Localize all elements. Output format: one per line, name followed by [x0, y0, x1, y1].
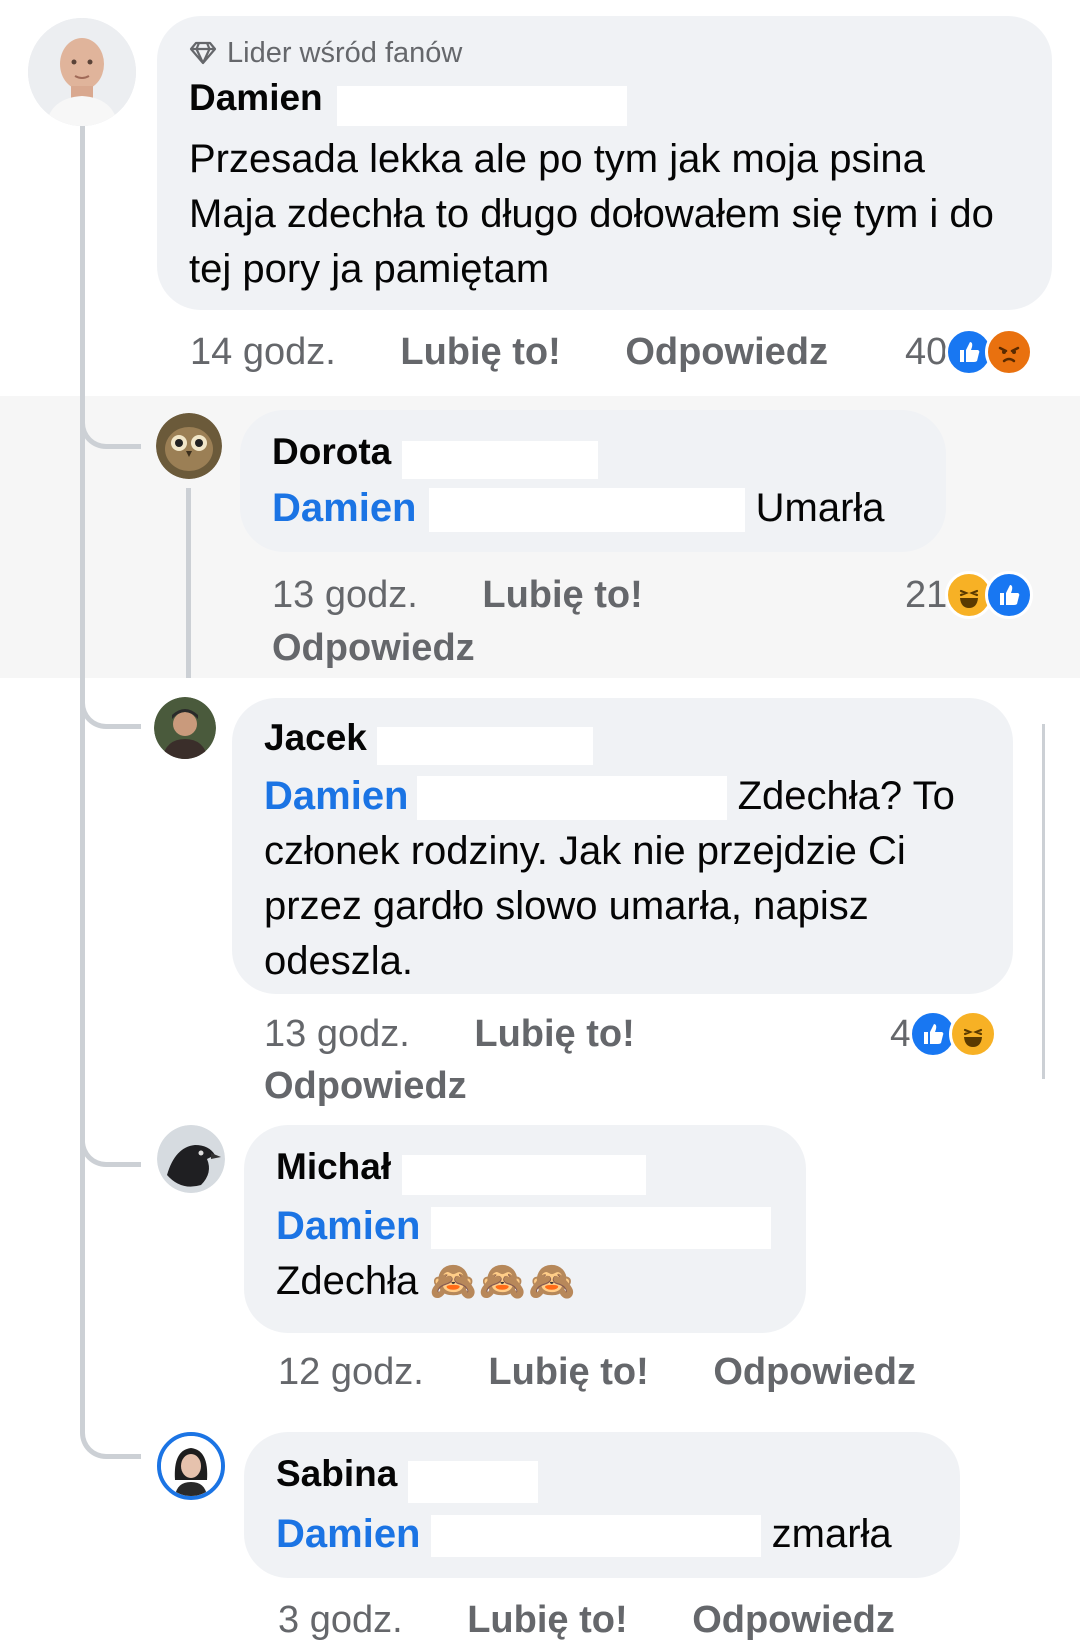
timestamp[interactable]: 13 godz. — [272, 573, 418, 617]
comment-actions: 14 godz. Lubię to! Odpowiedz — [190, 330, 828, 374]
see-no-evil-monkey-icon: 🙈🙈🙈 — [429, 1260, 578, 1303]
timestamp[interactable]: 13 godz. — [264, 1012, 410, 1056]
reply-actions-row2: Odpowiedz — [272, 626, 475, 670]
avatar[interactable] — [156, 413, 222, 479]
mention-link[interactable]: Damien — [276, 1512, 421, 1556]
redacted-surname — [430, 1515, 761, 1558]
reply-actions: 12 godz. Lubię to! Odpowiedz — [278, 1350, 916, 1394]
timestamp[interactable]: 3 godz. — [278, 1598, 403, 1642]
mention-link[interactable]: Damien — [272, 486, 417, 530]
reply-button[interactable]: Odpowiedz — [713, 1350, 916, 1394]
timestamp[interactable]: 14 godz. — [190, 330, 336, 374]
comment-text: Przesada lekka ale po tym jak moja psina… — [189, 136, 994, 291]
mention-link[interactable]: Damien — [264, 774, 409, 818]
comment-bubble: Lider wśród fanów Damien Przesada lekka … — [157, 16, 1052, 310]
redacted-surname — [337, 85, 628, 126]
reply-actions: 13 godz. Lubię to! — [272, 573, 643, 617]
avatar[interactable] — [157, 1432, 225, 1500]
reply-actions: 3 godz. Lubię to! Odpowiedz — [278, 1598, 895, 1642]
thread-connector — [80, 674, 141, 729]
like-button[interactable]: Lubię to! — [467, 1598, 627, 1642]
reaction-count: 40 — [905, 330, 948, 373]
reaction-count: 4 — [890, 1012, 912, 1055]
thread-line — [1042, 724, 1045, 1079]
reply-bubble: Dorota Damien Umarła — [240, 410, 946, 552]
avatar[interactable] — [157, 1125, 225, 1193]
redacted-surname — [428, 488, 745, 533]
reaction-summary[interactable]: 21 — [905, 571, 1034, 619]
reply-author[interactable]: Jacek — [264, 716, 367, 760]
reply-button[interactable]: Odpowiedz — [692, 1598, 895, 1642]
like-button[interactable]: Lubię to! — [482, 573, 642, 617]
reply-actions: 13 godz. Lubię to! — [264, 1012, 635, 1056]
like-icon — [985, 571, 1034, 619]
redacted-surname — [401, 1154, 646, 1195]
reply-author[interactable]: Sabina — [276, 1452, 397, 1496]
reply-text: Umarła — [755, 485, 885, 530]
diamond-icon — [189, 41, 217, 65]
reply-button[interactable]: Odpowiedz — [264, 1064, 467, 1108]
like-button[interactable]: Lubię to! — [474, 1012, 634, 1056]
reply-button[interactable]: Odpowiedz — [625, 330, 828, 374]
redacted-surname — [407, 1460, 538, 1503]
like-button[interactable]: Lubię to! — [488, 1350, 648, 1394]
reply-text: zmarła — [771, 1511, 892, 1556]
reply-actions-row2: Odpowiedz — [264, 1064, 467, 1108]
reply-button[interactable]: Odpowiedz — [272, 626, 475, 670]
reply-author[interactable]: Michał — [276, 1145, 391, 1189]
reply-text: Zdechła — [276, 1258, 419, 1303]
redacted-surname — [416, 776, 727, 821]
angry-icon — [985, 328, 1034, 376]
fan-badge: Lider wśród fanów — [189, 36, 1020, 70]
reply-bubble: Sabina Damien zmarła — [244, 1432, 960, 1578]
redacted-surname — [377, 726, 594, 765]
thread-connector — [80, 394, 141, 449]
redacted-surname — [401, 440, 598, 479]
reply-text-line1: Zdechła? To — [737, 773, 955, 818]
reply-bubble: Michał Damien Zdechła 🙈🙈🙈 — [244, 1125, 806, 1333]
reply-text: członek rodziny. Jak nie przejdzie Ci pr… — [264, 828, 906, 983]
reaction-summary[interactable]: 40 — [905, 328, 1034, 376]
like-button[interactable]: Lubię to! — [400, 330, 560, 374]
avatar[interactable] — [154, 697, 216, 759]
thread-connector — [80, 1112, 141, 1167]
redacted-surname — [430, 1207, 771, 1250]
reply-author[interactable]: Dorota — [272, 430, 391, 474]
reply-bubble: Jacek Damien Zdechła? To członek rodziny… — [232, 698, 1013, 994]
thread-line — [186, 488, 191, 678]
haha-icon — [949, 1010, 998, 1058]
avatar[interactable] — [28, 18, 136, 126]
reaction-count: 21 — [905, 573, 948, 616]
reaction-summary[interactable]: 4 — [890, 1010, 998, 1058]
thread-line — [80, 125, 85, 1415]
mention-link[interactable]: Damien — [276, 1204, 421, 1248]
timestamp[interactable]: 12 godz. — [278, 1350, 424, 1394]
thread-connector — [80, 1404, 141, 1459]
badge-label: Lider wśród fanów — [227, 37, 463, 69]
comment-author[interactable]: Damien — [189, 76, 323, 120]
